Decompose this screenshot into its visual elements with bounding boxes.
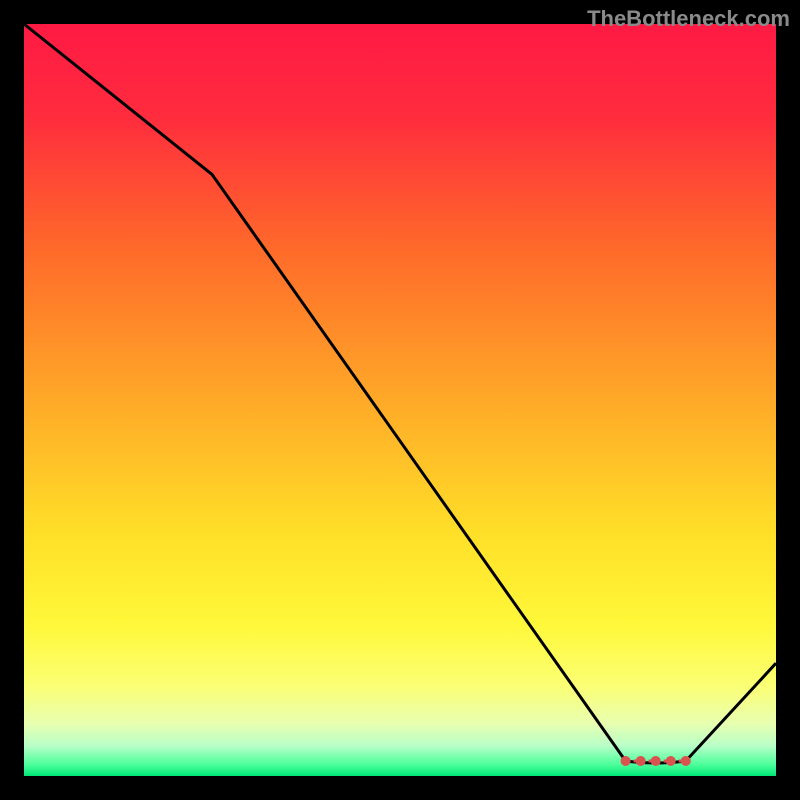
bottleneck-chart: TheBottleneck.com xyxy=(0,0,800,800)
curve-layer xyxy=(24,24,776,776)
marker-dot xyxy=(681,756,691,766)
plot-area xyxy=(24,24,776,776)
marker-dot xyxy=(636,756,646,766)
marker-dot xyxy=(666,756,676,766)
marker-dot xyxy=(651,756,661,766)
marker-dot xyxy=(621,756,631,766)
bottleneck-curve-line xyxy=(24,24,776,763)
attribution-text: TheBottleneck.com xyxy=(587,6,790,32)
